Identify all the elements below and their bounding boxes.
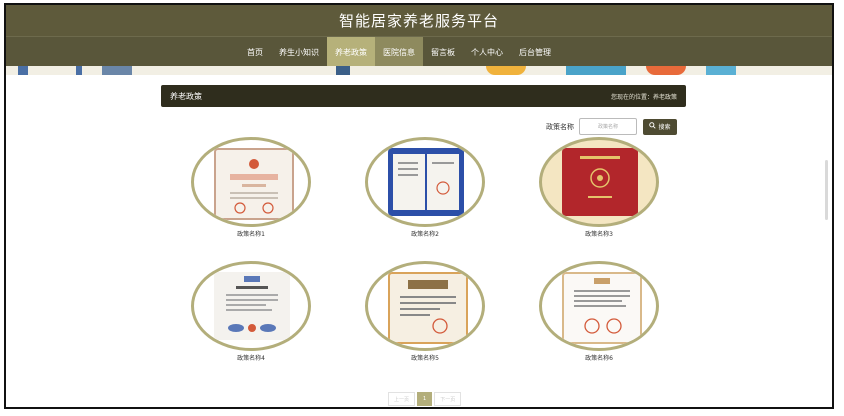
policy-caption[interactable]: 政策名称4: [189, 353, 313, 362]
policy-image-frame: [365, 261, 485, 351]
prev-page-button[interactable]: 上一页: [388, 392, 416, 406]
policy-caption[interactable]: 政策名称1: [189, 229, 313, 238]
policy-image: [214, 272, 290, 340]
scrollbar[interactable]: [825, 160, 828, 220]
search-input[interactable]: 政策名称: [579, 118, 637, 135]
search-icon: [649, 122, 657, 131]
policy-card[interactable]: 政策名称2: [363, 137, 487, 238]
policy-image-frame: [191, 261, 311, 351]
policy-image: [214, 148, 294, 220]
policy-caption[interactable]: 政策名称5: [363, 353, 487, 362]
nav-item-home[interactable]: 首页: [239, 37, 271, 67]
policy-caption[interactable]: 政策名称2: [363, 229, 487, 238]
search-button-label: 搜索: [658, 124, 671, 131]
pagination: 上一页 1 下一页: [388, 392, 462, 406]
policy-caption[interactable]: 政策名称3: [537, 229, 661, 238]
banner-strip: [6, 66, 832, 75]
site-header: 智能居家养老服务平台: [6, 5, 832, 36]
browser-frame: 智能居家养老服务平台 首页 养生小知识 养老政策 医院信息 留言板 个人中心 后…: [4, 3, 834, 409]
policy-image: [388, 148, 464, 216]
search-bar: 政策名称 政策名称 搜索: [546, 118, 677, 135]
page-1-button[interactable]: 1: [417, 392, 433, 406]
breadcrumb: 您现在的位置：养老政策: [610, 93, 677, 101]
policy-image-frame: [539, 137, 659, 227]
policy-image-frame: [365, 137, 485, 227]
policy-card[interactable]: 政策名称3: [537, 137, 661, 238]
site-title: 智能居家养老服务平台: [338, 12, 499, 30]
policy-image: [388, 272, 468, 344]
section-title: 养老政策: [170, 91, 202, 101]
main-nav: 首页 养生小知识 养老政策 医院信息 留言板 个人中心 后台管理: [6, 36, 832, 67]
policy-card[interactable]: 政策名称4: [189, 261, 313, 362]
policy-image: [562, 148, 638, 216]
nav-item-hospital[interactable]: 医院信息: [375, 37, 423, 67]
policy-image-frame: [539, 261, 659, 351]
nav-item-admin[interactable]: 后台管理: [511, 37, 559, 67]
policy-card[interactable]: 政策名称1: [189, 137, 313, 238]
search-button[interactable]: 搜索: [643, 118, 677, 135]
policy-card[interactable]: 政策名称5: [363, 261, 487, 362]
nav-item-profile[interactable]: 个人中心: [463, 37, 511, 67]
search-label: 政策名称: [546, 122, 574, 131]
section-title-bar: 养老政策 您现在的位置：养老政策: [161, 85, 686, 107]
nav-item-policy[interactable]: 养老政策: [327, 37, 375, 67]
nav-item-health-tips[interactable]: 养生小知识: [271, 37, 327, 67]
policy-caption[interactable]: 政策名称6: [537, 353, 661, 362]
nav-item-message-board[interactable]: 留言板: [423, 37, 463, 67]
policy-card[interactable]: 政策名称6: [537, 261, 661, 362]
policy-image-frame: [191, 137, 311, 227]
next-page-button[interactable]: 下一页: [434, 392, 462, 406]
policy-image: [562, 272, 642, 344]
